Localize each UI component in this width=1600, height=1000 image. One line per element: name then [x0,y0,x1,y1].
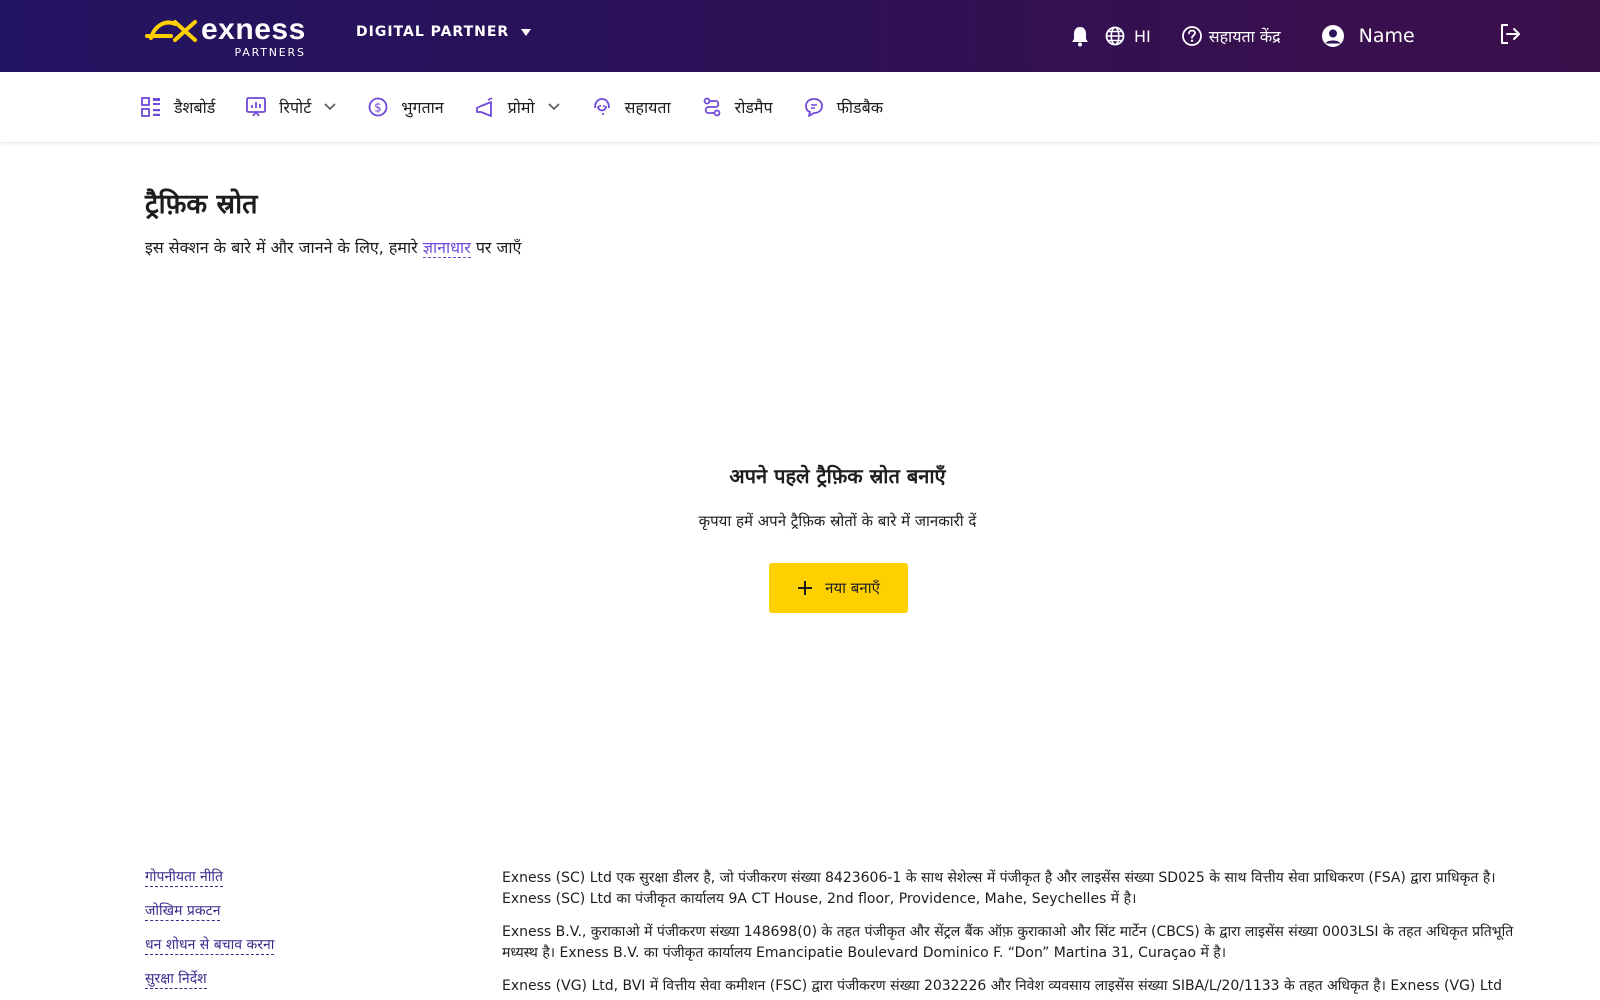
footer-link-anti-money-laundering[interactable]: धन शोधन से बचाव करना [145,936,275,955]
help-center-label: सहायता केंद्र [1208,27,1281,46]
globe-icon[interactable] [1104,25,1126,47]
create-new-button[interactable]: नया बनाएँ [769,563,908,613]
header-actions: HI सहायता केंद्र Name [1070,20,1415,52]
nav-label-reports: रिपोर्ट [279,98,312,117]
language-selector[interactable]: HI [1134,27,1151,46]
nav-item-roadmap[interactable]: रोडमैप [701,96,773,118]
page-description-prefix: इस सेक्शन के बारे में और जानने के लिए, ह… [145,238,418,257]
legal-disclaimer: Exness (SC) Ltd एक सुरक्षा डीलर है, जो प… [502,868,1532,1000]
page-description-suffix: पर जाएँ [475,238,522,257]
footer-link-security-instructions[interactable]: सुरक्षा निर्देश [145,970,207,989]
partner-type-label: DIGITAL PARTNER [356,24,510,40]
empty-state-subtitle: कृपया हमें अपने ट्रैफ़िक स्रोतों के बारे… [698,512,977,530]
report-icon [246,97,267,117]
nav-label-feedback: फीडबैक [836,98,884,117]
footer-links: गोपनीयता नीति जोखिम प्रकटन धन शोधन से बच… [145,868,275,1000]
payment-icon: $ [368,97,388,117]
nav-item-payments[interactable]: $ भुगतान [367,96,444,118]
dashboard-icon [141,97,160,117]
chevron-down-icon [548,103,560,111]
plus-icon [798,581,813,595]
nav-item-dashboard[interactable]: डैशबोर्ड [140,96,215,118]
nav-item-promo[interactable]: प्रोमो [474,96,561,118]
promo-icon [475,97,493,117]
nav-item-reports[interactable]: रिपोर्ट [245,96,337,118]
help-circle-icon [1181,26,1202,46]
create-new-label: नया बनाएँ [825,579,880,597]
nav-label-support: सहायता [624,98,671,117]
legal-paragraph: Exness B.V., कुराकाओ में पंजीकरण संख्या … [502,924,1514,961]
legal-paragraph: Exness (VG) Ltd, BVI में वित्तीय सेवा कम… [502,978,1503,994]
knowledge-base-link[interactable]: ज्ञानाधार [422,238,471,258]
footer-link-risk-disclosure[interactable]: जोखिम प्रकटन [145,902,221,921]
nav-label-roadmap: रोडमैप [734,98,773,117]
chevron-down-icon [324,103,336,111]
logo-subtitle: PARTNERS [234,46,306,59]
help-center-link[interactable]: सहायता केंद्र [1181,25,1281,47]
logout-icon [1501,24,1520,44]
legal-paragraph: Exness (SC) Ltd एक सुरक्षा डीलर है, जो प… [502,870,1496,907]
nav-label-payments: भुगतान [401,98,444,117]
roadmap-icon [703,97,721,117]
support-icon [593,98,610,115]
logo-wordmark: exness [201,13,306,46]
nav-item-support[interactable]: सहायता [591,96,671,118]
user-name: Name [1358,25,1415,47]
exness-partners-logo[interactable]: exness PARTNERS [145,13,325,59]
bell-icon[interactable] [1070,25,1090,47]
svg-text:$: $ [374,101,382,115]
empty-state: अपने पहले ट्रैफ़िक स्रोत बनाएँ कृपया हमे… [0,462,1600,531]
exness-logo-mark-icon [145,20,197,42]
user-menu[interactable]: Name [1321,24,1415,48]
footer-link-privacy-policy[interactable]: गोपनीयता नीति [145,868,224,887]
logout-button[interactable] [1498,22,1522,50]
nav-item-feedback[interactable]: फीडबैक [803,96,883,118]
user-avatar-icon [1321,25,1344,47]
page-description: इस सेक्शन के बारे में और जानने के लिए, ह… [145,236,521,258]
empty-state-title: अपने पहले ट्रैफ़िक स्रोत बनाएँ [729,464,946,488]
top-header: exness PARTNERS DIGITAL PARTNER HI सहायत… [0,0,1600,72]
partner-type-dropdown[interactable]: DIGITAL PARTNER [356,24,532,40]
page-title: ट्रैफ़िक स्रोत [145,189,258,220]
nav-label-dashboard: डैशबोर्ड [174,98,216,117]
caret-down-icon [521,28,532,36]
nav-label-promo: प्रोमो [507,98,535,117]
main-navigation: डैशबोर्ड रिपोर्ट $ भुगतान प्रोमो सहायता … [0,72,1600,143]
feedback-icon [804,98,823,117]
